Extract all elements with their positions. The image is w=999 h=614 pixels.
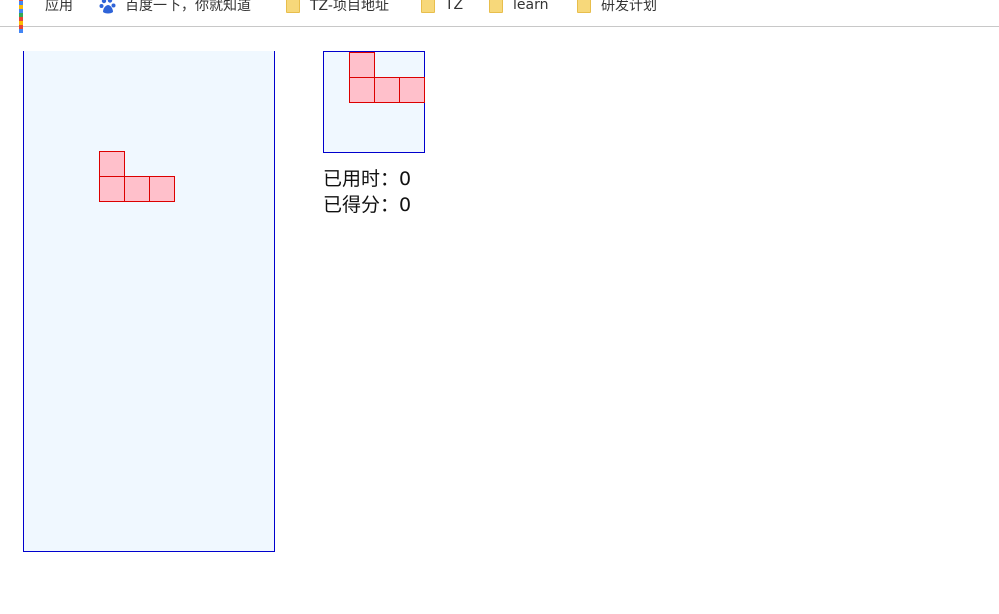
next-piece-block <box>349 52 375 78</box>
elapsed-time-value: 0 <box>399 168 412 190</box>
score-value: 0 <box>399 194 412 216</box>
bookmark-tz-project[interactable]: TZ-项目地址 <box>286 0 389 15</box>
next-piece-block <box>399 77 425 103</box>
apps-grid-icon <box>19 0 35 33</box>
falling-piece-block <box>99 151 125 177</box>
falling-piece-block <box>149 176 175 202</box>
stats-panel: 已用时：0 已得分：0 <box>323 166 411 218</box>
score-row: 已得分：0 <box>323 192 411 218</box>
bookmark-baidu[interactable]: 百度一下，你就知道 <box>99 0 251 15</box>
bookmark-dev-plan[interactable]: 研发计划 <box>577 0 657 15</box>
score-label: 已得分： <box>323 194 400 216</box>
bookmark-label: TZ <box>445 0 464 13</box>
elapsed-time-row: 已用时：0 <box>323 166 411 192</box>
elapsed-time-label: 已用时： <box>323 168 400 190</box>
bookmark-tz[interactable]: TZ <box>421 0 463 15</box>
folder-icon <box>421 0 435 13</box>
game-board[interactable] <box>23 51 275 552</box>
next-piece-block <box>374 77 400 103</box>
next-piece-preview <box>323 51 425 153</box>
falling-piece-block <box>124 176 150 202</box>
bookmark-apps[interactable]: 应用 <box>19 0 73 33</box>
bookmark-label: learn <box>513 0 549 13</box>
bookmark-label: 百度一下，你就知道 <box>125 0 251 14</box>
bookmark-learn[interactable]: learn <box>489 0 548 15</box>
bookmark-label: 应用 <box>45 0 73 14</box>
falling-piece-block <box>99 176 125 202</box>
folder-icon <box>489 0 503 13</box>
bookmark-label: TZ-项目地址 <box>310 0 389 14</box>
folder-icon <box>577 0 591 13</box>
next-piece-block <box>349 77 375 103</box>
folder-icon <box>286 0 300 13</box>
bookmarks-bar: 应用 百度一下，你就知道 TZ-项目地址 TZ learn 研发计划 <box>0 0 999 33</box>
bookmark-label: 研发计划 <box>601 0 657 14</box>
baidu-paw-icon <box>99 0 116 14</box>
